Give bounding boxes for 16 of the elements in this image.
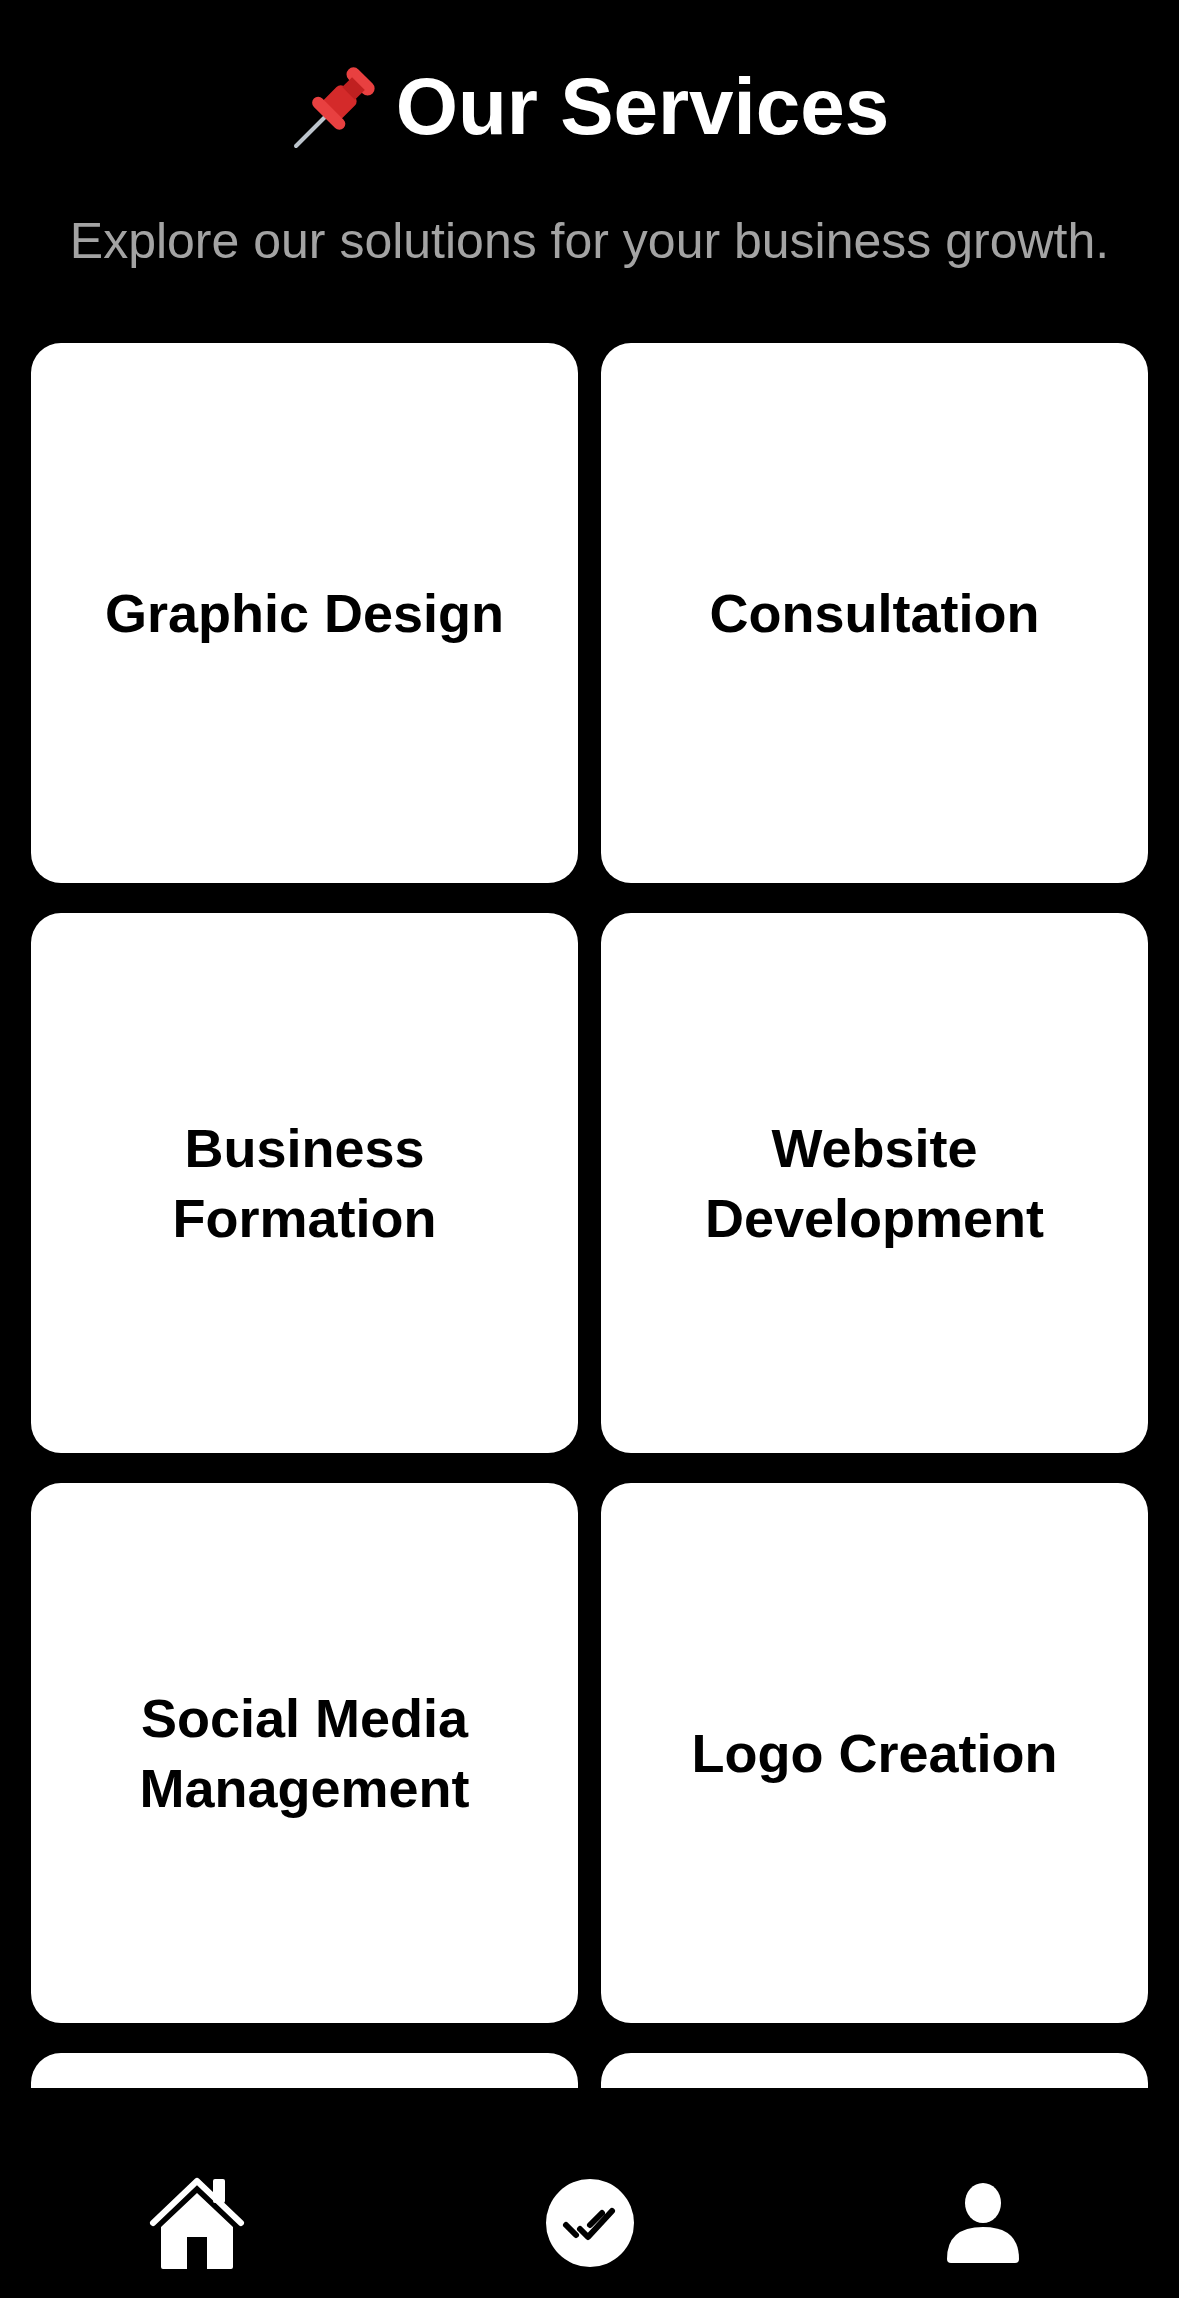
service-title: Consultation: [709, 581, 1040, 645]
service-card[interactable]: Website Development: [601, 913, 1148, 1453]
service-title: Business Formation: [171, 1116, 438, 1250]
service-card[interactable]: Business Formation: [31, 913, 578, 1453]
service-title: Logo Creation: [691, 1721, 1058, 1785]
page-title: Our Services: [395, 67, 890, 147]
service-card[interactable]: Graphic Design: [31, 343, 578, 883]
double-check-icon[interactable]: [545, 2179, 634, 2267]
service-card[interactable]: Logo Creation: [601, 1483, 1148, 2023]
service-title: Website Development: [703, 1116, 1046, 1250]
service-card[interactable]: Social Media Management: [31, 1483, 578, 2023]
service-title: Social Media Management: [138, 1686, 471, 1820]
person-icon[interactable]: [944, 2183, 1021, 2263]
page-subtitle: Explore our solutions for your business growth.: [69, 214, 1110, 269]
service-card[interactable]: Consultation: [601, 343, 1148, 883]
service-title: Graphic Design: [104, 581, 505, 645]
